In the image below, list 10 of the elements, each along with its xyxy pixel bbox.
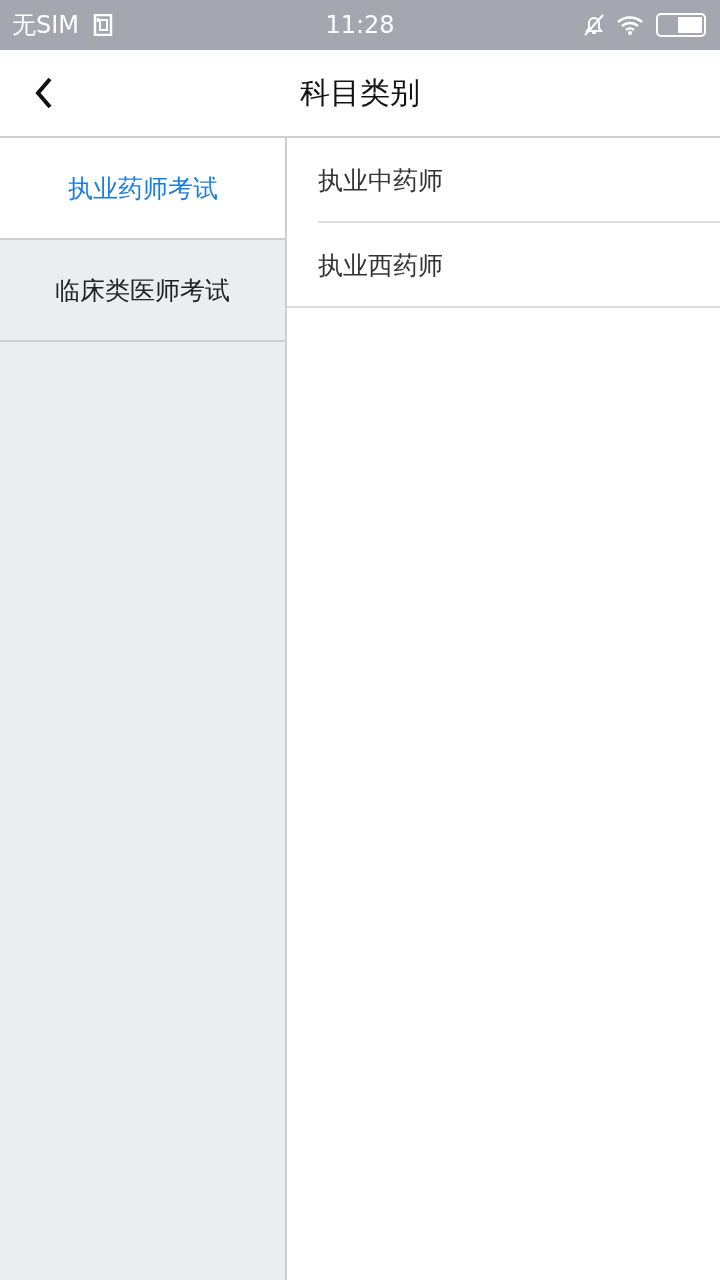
carrier-text: 无SIM xyxy=(12,10,80,41)
clock-text: 11:28 xyxy=(325,11,395,39)
sim-icon xyxy=(93,14,114,36)
category-item[interactable]: 临床类医师考试 xyxy=(0,240,285,342)
battery-icon xyxy=(656,13,708,37)
muted-bell-icon xyxy=(582,13,606,37)
page-title: 科目类别 xyxy=(300,73,420,112)
subject-item[interactable]: 执业中药师 xyxy=(287,138,720,223)
category-item[interactable]: 执业药师考试 xyxy=(0,138,285,240)
subject-item[interactable]: 执业西药师 xyxy=(287,223,720,308)
